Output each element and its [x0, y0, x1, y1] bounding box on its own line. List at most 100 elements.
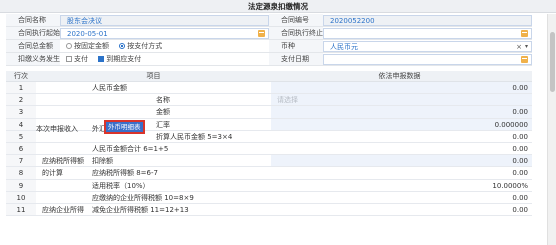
row-item-label: 名称 — [156, 96, 170, 105]
currency-value: 人民币元 — [330, 43, 358, 51]
checkbox-icon[interactable] — [66, 56, 72, 62]
start-date-value: 2020-05-01 — [67, 30, 108, 38]
row-item: 金额 — [36, 106, 271, 117]
header-row-no: 行次 — [14, 72, 28, 80]
table-row: 4 汇率 0.000000 — [6, 118, 532, 131]
amount-option-fixed[interactable]: 按固定金额 — [66, 42, 109, 50]
pay-date-label: 支付日期 — [269, 53, 323, 65]
contract-name-field[interactable]: 股东会决议 — [60, 15, 269, 26]
row-number: 6 — [6, 142, 36, 155]
contract-form: 合同名称 股东会决议 合同编号 2020052200 合同执行起始时间 2020… — [6, 14, 532, 66]
calendar-icon[interactable] — [521, 56, 528, 63]
row-value-input[interactable]: 0.00 — [271, 106, 532, 118]
start-date-field[interactable]: 2020-05-01 — [60, 28, 269, 39]
row-value: 0.00 — [271, 167, 532, 179]
row-item: 名称 — [36, 94, 271, 105]
row-item: 人民币金额合计 6=1+5 — [36, 143, 271, 154]
pay-date-field[interactable] — [323, 54, 532, 65]
row-number: 9 — [6, 179, 36, 191]
radio-selected-icon[interactable] — [119, 43, 126, 49]
row-value: 10.0000% — [271, 179, 532, 191]
obligation-option-pay[interactable]: 支付 — [66, 55, 88, 63]
calendar-icon[interactable] — [258, 30, 265, 37]
row-item-label: 扣除额 — [92, 157, 113, 166]
obligation-check-group: 支付 到期应支付 — [60, 54, 269, 65]
row-value-input[interactable]: 0.000000 — [271, 118, 532, 130]
row-item-label: 应缴纳的企业所得税额 10=8×9 — [92, 193, 194, 202]
row-item: 的计算 应纳税所得额 8=6-7 — [36, 167, 271, 178]
end-date-field[interactable] — [323, 28, 532, 39]
obligation-option-due[interactable]: 到期应支付 — [98, 55, 141, 63]
end-date-label: 合同执行终止时间 — [269, 27, 323, 39]
row-number: 10 — [6, 191, 36, 203]
declaration-table: 行次 项目 依法申报数据 1 人民币金额 0.00 2 名称 请选择 3 金额 … — [6, 71, 532, 217]
form-row-4: 扣缴义务发生时间 支付 到期应支付 支付日期 — [6, 53, 532, 66]
section-label: 的计算 — [42, 169, 63, 178]
table-row: 9 适用税率（10%） 10.0000% — [6, 179, 532, 192]
form-row-1: 合同名称 股东会决议 合同编号 2020052200 — [6, 14, 532, 27]
checkbox-checked-icon[interactable] — [98, 56, 105, 62]
row-number: 1 — [6, 82, 36, 94]
contract-name-label: 合同名称 — [6, 14, 60, 26]
row-value-select[interactable]: 请选择 — [271, 94, 532, 106]
row-item-label: 适用税率（10%） — [92, 181, 150, 190]
row-value: 0.00 — [271, 191, 532, 203]
row-item-label: 应纳税所得额 8=6-7 — [92, 169, 158, 178]
contract-no-value: 2020052200 — [330, 17, 375, 25]
row-item: 应纳企业所得 减免企业所得税额 11=12+13 — [36, 204, 271, 215]
clear-icon[interactable]: × — [516, 42, 522, 52]
row-item-label: 折算人民币金额 5=3×4 — [156, 132, 233, 141]
vertical-scrollbar[interactable] — [547, 14, 556, 245]
foreign-currency-detail-button[interactable]: 外币明细表 — [104, 120, 145, 134]
row-item-label: 金额 — [156, 108, 170, 117]
contract-no-field[interactable]: 2020052200 — [323, 15, 532, 26]
row-number: 2 — [6, 94, 36, 106]
row-number: 8 — [6, 167, 36, 179]
table-row: 1 人民币金额 0.00 — [6, 82, 532, 95]
row-value-input[interactable]: 0.00 — [271, 82, 532, 94]
table-row: 2 名称 请选择 — [6, 94, 532, 107]
header-value: 依法申报数据 — [378, 72, 421, 80]
calendar-icon[interactable] — [521, 30, 528, 37]
row-item: 适用税率（10%） — [36, 180, 271, 191]
table-row: 5 折算人民币金额 5=3×4 0.00 — [6, 130, 532, 143]
row-value-input[interactable]: 0.00 — [271, 155, 532, 167]
header-item: 项目 — [146, 72, 161, 80]
row-item: 人民币金额 — [36, 82, 271, 93]
row-number: 4 — [6, 118, 36, 130]
amount-option-payment[interactable]: 按支付方式 — [119, 42, 162, 50]
table-row: 8 的计算 应纳税所得额 8=6-7 0.00 — [6, 167, 532, 180]
table-row: 10 应缴纳的企业所得税额 10=8×9 0.00 — [6, 191, 532, 204]
group-label-income: 本次申报收入 — [36, 125, 78, 133]
row-item-label: 人民币金额 — [92, 84, 127, 92]
contract-name-value: 股东会决议 — [67, 17, 102, 25]
table-row: 11 应纳企业所得 减免企业所得税额 11=12+13 0.00 — [6, 203, 532, 217]
row-value: 0.00 — [271, 203, 532, 216]
scrollbar-thumb[interactable] — [550, 32, 555, 92]
form-row-2: 合同执行起始时间 2020-05-01 合同执行终止时间 — [6, 27, 532, 40]
row-number: 11 — [6, 203, 36, 216]
table-row: 3 金额 0.00 — [6, 106, 532, 119]
row-number: 5 — [6, 130, 36, 142]
row-value: 0.00 — [271, 142, 532, 155]
table-row: 7 应纳税所得额 扣除额 0.00 — [6, 155, 532, 168]
row-item: 应缴纳的企业所得税额 10=8×9 — [36, 192, 271, 203]
row-value: 0.00 — [271, 130, 532, 142]
obligation-label: 扣缴义务发生时间 — [6, 53, 60, 65]
row-number: 7 — [6, 155, 36, 167]
select-placeholder: 请选择 — [277, 96, 298, 105]
dialog-title: 法定源泉扣缴情况 — [0, 0, 556, 13]
chevron-down-icon[interactable]: ▾ — [525, 42, 528, 52]
row-item-label: 汇率 — [156, 120, 170, 129]
row-item-label: 减免企业所得税额 11=12+13 — [92, 205, 189, 214]
amount-radio-group: 按固定金额 按支付方式 — [60, 41, 269, 52]
currency-select[interactable]: 人民币元 × ▾ — [323, 41, 532, 52]
radio-icon[interactable] — [66, 43, 72, 49]
form-row-3: 合同总金额 按固定金额 按支付方式 币种 人民币元 × ▾ — [6, 40, 532, 53]
section-label: 应纳税所得额 — [42, 157, 84, 166]
table-header: 行次 项目 依法申报数据 — [6, 71, 532, 82]
currency-label: 币种 — [269, 40, 323, 52]
row-item: 应纳税所得额 扣除额 — [36, 155, 271, 166]
row-item-label: 人民币金额合计 6=1+5 — [92, 144, 169, 153]
section-label: 应纳企业所得 — [42, 205, 84, 214]
